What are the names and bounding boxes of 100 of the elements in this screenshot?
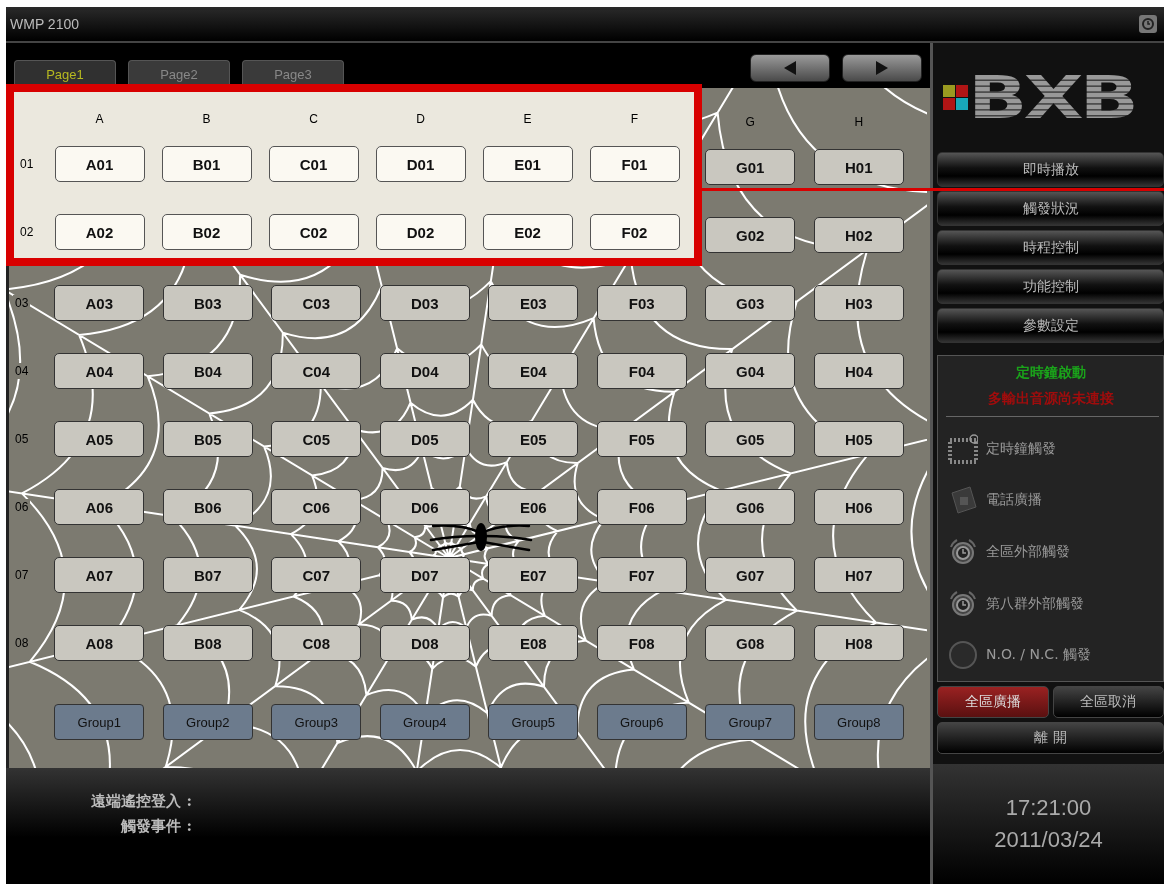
- zone-button[interactable]: B05: [162, 421, 253, 457]
- row-label: 02: [19, 224, 35, 240]
- zone-button[interactable]: A07: [54, 557, 145, 593]
- group-button[interactable]: Group3: [271, 704, 362, 740]
- calendar-icon: [948, 433, 978, 464]
- group-button[interactable]: Group8: [813, 704, 904, 740]
- zone-button[interactable]: C02: [268, 214, 359, 250]
- zone-button[interactable]: A03: [54, 285, 145, 321]
- zone-button[interactable]: F01: [589, 146, 680, 182]
- column-header: F: [630, 112, 639, 126]
- group-button[interactable]: Group6: [596, 704, 687, 740]
- zone-button[interactable]: C03: [271, 285, 362, 321]
- left-arrow-icon: [782, 59, 798, 77]
- zone-button[interactable]: G04: [705, 353, 796, 389]
- window-title: WMP 2100: [10, 16, 79, 32]
- zone-button[interactable]: H01: [813, 149, 904, 185]
- status-label: 觸發事件 :: [121, 817, 192, 836]
- column-header: D: [416, 112, 425, 126]
- menu-button[interactable]: 參數設定: [937, 308, 1164, 343]
- zone-button[interactable]: D06: [379, 489, 470, 525]
- indicator-label: 電話廣播: [986, 491, 1042, 510]
- next-page-button[interactable]: [842, 54, 922, 82]
- zone-button[interactable]: H04: [813, 353, 904, 389]
- indicator-label: N.O. / N.C. 觸發: [986, 646, 1092, 665]
- zone-button[interactable]: C04: [271, 353, 362, 389]
- previous-page-button[interactable]: [750, 54, 830, 82]
- zone-button[interactable]: G07: [705, 557, 796, 593]
- status-message: 多輸出音源尚未連接: [986, 389, 1115, 408]
- zone-button[interactable]: A08: [54, 625, 145, 661]
- zone-button[interactable]: D05: [379, 421, 470, 457]
- zone-button[interactable]: E03: [488, 285, 579, 321]
- zone-button[interactable]: F07: [596, 557, 687, 593]
- row-label: 04: [13, 363, 31, 379]
- indicator-label: 全區外部觸發: [986, 543, 1070, 561]
- zone-button[interactable]: G01: [705, 149, 796, 185]
- zone-button[interactable]: B04: [162, 353, 253, 389]
- zone-button[interactable]: C06: [271, 489, 362, 525]
- menu-button[interactable]: 觸發狀況: [937, 191, 1164, 226]
- zone-button[interactable]: H05: [813, 421, 904, 457]
- exit-button[interactable]: 離 開: [937, 722, 1164, 754]
- zone-button[interactable]: E07: [488, 557, 579, 593]
- zone-button[interactable]: B03: [162, 285, 253, 321]
- zone-button[interactable]: A02: [54, 214, 145, 250]
- zone-button[interactable]: C08: [271, 625, 362, 661]
- zone-button[interactable]: E08: [488, 625, 579, 661]
- status-label: 遠端遙控登入 :: [91, 792, 192, 811]
- clock-date: 2011/03/24: [994, 827, 1103, 853]
- group-button[interactable]: Group4: [379, 704, 470, 740]
- zone-button[interactable]: E02: [482, 214, 573, 250]
- zone-button[interactable]: H08: [813, 625, 904, 661]
- zone-button[interactable]: G05: [705, 421, 796, 457]
- zone-button[interactable]: C05: [271, 421, 362, 457]
- zone-button[interactable]: G08: [705, 625, 796, 661]
- zone-button[interactable]: H06: [813, 489, 904, 525]
- zone-button[interactable]: C07: [271, 557, 362, 593]
- group-button[interactable]: Group5: [488, 704, 579, 740]
- menu-button[interactable]: 即時播放: [937, 152, 1164, 187]
- zone-button[interactable]: B06: [162, 489, 253, 525]
- zone-button[interactable]: B01: [161, 146, 252, 182]
- zone-button[interactable]: G03: [705, 285, 796, 321]
- zone-button[interactable]: A05: [54, 421, 145, 457]
- zone-button[interactable]: D08: [379, 625, 470, 661]
- zone-button[interactable]: D04: [379, 353, 470, 389]
- zone-button[interactable]: B07: [162, 557, 253, 593]
- zone-button[interactable]: G06: [705, 489, 796, 525]
- zone-button[interactable]: H02: [813, 217, 904, 253]
- zone-button[interactable]: E06: [488, 489, 579, 525]
- zone-button[interactable]: H03: [813, 285, 904, 321]
- group-button[interactable]: Group7: [705, 704, 796, 740]
- column-header: B: [202, 112, 211, 126]
- zone-button[interactable]: E05: [488, 421, 579, 457]
- zone-button[interactable]: D02: [375, 214, 466, 250]
- zone-button[interactable]: D07: [379, 557, 470, 593]
- zone-button[interactable]: C01: [268, 146, 359, 182]
- zone-button[interactable]: D01: [375, 146, 466, 182]
- zone-button[interactable]: A04: [54, 353, 145, 389]
- cancel-button[interactable]: 全區取消: [1052, 686, 1164, 718]
- zone-button[interactable]: G02: [705, 217, 796, 253]
- zone-button[interactable]: B08: [162, 625, 253, 661]
- zone-button[interactable]: A06: [54, 489, 145, 525]
- zone-button[interactable]: A01: [54, 146, 145, 182]
- zone-button[interactable]: F05: [596, 421, 687, 457]
- broadcast-button[interactable]: 全區廣播: [937, 686, 1049, 718]
- zone-button[interactable]: B02: [161, 214, 252, 250]
- group-button[interactable]: Group2: [162, 704, 253, 740]
- zone-button[interactable]: E04: [488, 353, 579, 389]
- zone-button[interactable]: H07: [813, 557, 904, 593]
- zone-button[interactable]: F02: [589, 214, 680, 250]
- indicator-label: 第八群外部觸發: [986, 594, 1084, 613]
- zone-button[interactable]: D03: [379, 285, 470, 321]
- zone-button[interactable]: F08: [596, 625, 687, 661]
- zone-button[interactable]: F06: [596, 489, 687, 525]
- zone-button[interactable]: F03: [596, 285, 687, 321]
- zone-button[interactable]: E01: [482, 146, 573, 182]
- menu-button[interactable]: 功能控制: [937, 269, 1164, 304]
- right-arrow-icon: [874, 59, 890, 77]
- menu-button[interactable]: 時程控制: [937, 230, 1164, 265]
- zone-button[interactable]: F04: [596, 353, 687, 389]
- indicator-lamp-icon: [948, 640, 978, 671]
- group-button[interactable]: Group1: [54, 704, 145, 740]
